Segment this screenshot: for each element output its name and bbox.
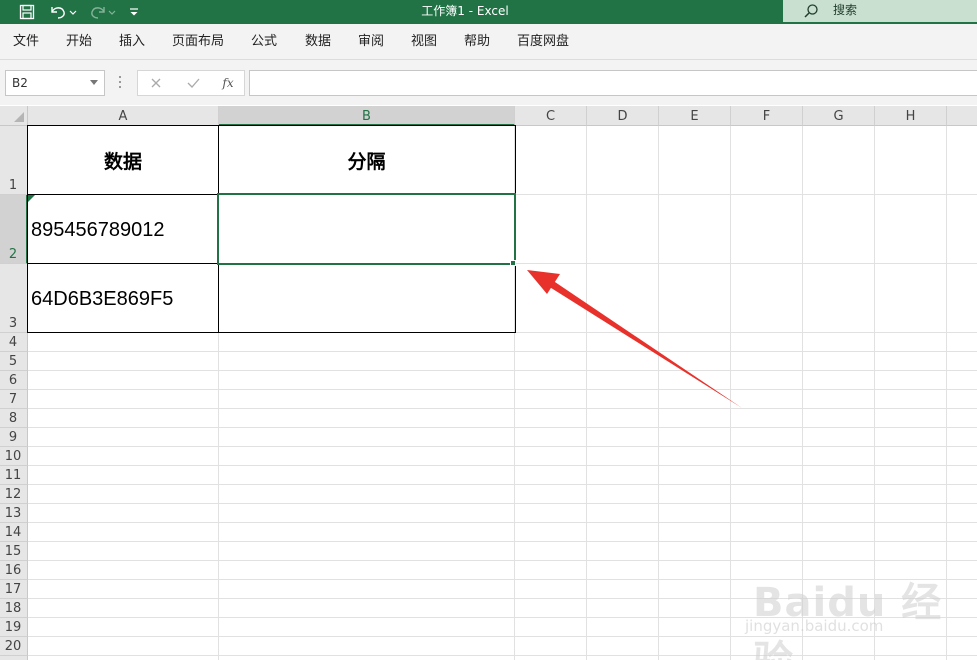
watermark-url: jingyan.baidu.com xyxy=(745,617,884,635)
baidu-jingyan-watermark: Baidu 经验 jingyan.baidu.com xyxy=(745,555,977,660)
watermark-logo-text: Baidu 经验 xyxy=(753,580,943,660)
